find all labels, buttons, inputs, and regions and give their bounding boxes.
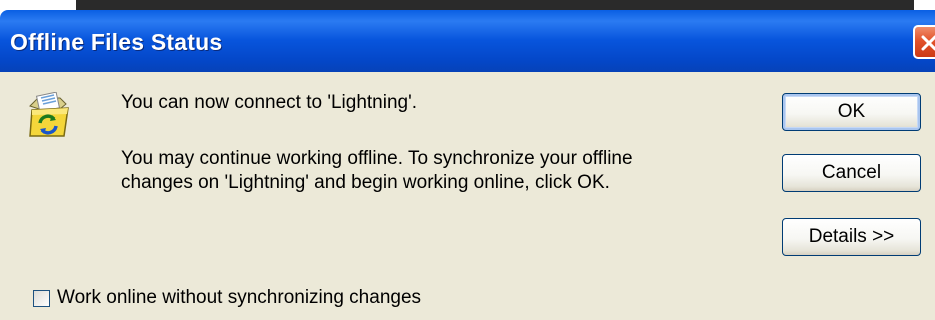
work-online-checkbox-row[interactable]: Work online without synchronizing change… (33, 286, 421, 310)
instruction-message: You may continue working offline. To syn… (121, 147, 633, 195)
instruction-line-1: You may continue working offline. To syn… (121, 148, 633, 169)
instruction-line-2: changes on 'Lightning' and begin working… (121, 172, 610, 193)
title-bar[interactable]: Offline Files Status (0, 10, 935, 72)
connect-message: You can now connect to 'Lightning'. (121, 92, 417, 113)
ok-button[interactable]: OK (782, 93, 921, 131)
screen: Offline Files Status You can now connect… (0, 0, 935, 320)
details-button[interactable]: Details >> (782, 218, 921, 256)
offline-files-status-dialog: Offline Files Status You can now connect… (0, 10, 935, 320)
cancel-button[interactable]: Cancel (782, 154, 921, 192)
background-window-bar (76, 0, 914, 10)
window-title: Offline Files Status (10, 29, 223, 55)
close-icon (921, 35, 935, 51)
offline-files-sync-icon (29, 92, 69, 137)
dialog-body: You can now connect to 'Lightning'. You … (0, 72, 935, 320)
work-online-checkbox-label[interactable]: Work online without synchronizing change… (57, 287, 421, 309)
close-button[interactable] (913, 25, 935, 59)
work-online-checkbox[interactable] (33, 289, 50, 307)
